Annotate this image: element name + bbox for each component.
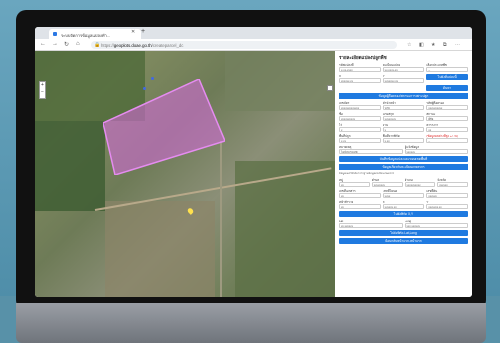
browser-window: ระบบจัดการข้อมูลแปลงทำ... ✕ + ← → ↻ ⌂ 🔒 …	[35, 27, 472, 297]
form-row: Lat xx.xxxxxx Long xxx.xxxxxx	[339, 219, 468, 228]
panel-title: รายละเอียดแปลงปลูกพืช	[339, 55, 387, 60]
land-no-field[interactable]: xxxxxx	[426, 193, 469, 198]
zoom-out-icon[interactable]: −	[40, 89, 45, 96]
favicon-icon	[53, 32, 57, 36]
x-field[interactable]: xxxxxx.xx	[339, 78, 381, 83]
map-field	[105, 201, 215, 297]
lock-icon: 🔒	[94, 42, 101, 48]
holder-id-field[interactable]: xxxxxxxxxx	[426, 105, 469, 110]
reg-y-field[interactable]: xxxxxxx.xx	[426, 204, 469, 209]
amphoe-field[interactable]: xxxxxxxxxx	[404, 182, 436, 187]
url-prefix: https://	[101, 43, 114, 48]
area-diff-field[interactable]: --	[426, 138, 469, 143]
ngan-field[interactable]: x	[382, 127, 425, 132]
map-point	[143, 87, 146, 90]
doc-no-field[interactable]: xx	[339, 193, 381, 198]
form-row: รหัสแปลงที่ x-xx-xxxx ทะเบียนแปลง xx-xxxx-…	[339, 63, 469, 72]
tab-bar: ระบบจัดการข้อมูลแปลงทำ... ✕ +	[35, 27, 472, 39]
holder-section-header: ข้อมูลผู้ถือครอง/สถานะการเพาะปลูก	[339, 93, 468, 99]
y-field[interactable]: xxxxxxx.xx	[382, 78, 425, 83]
form-row: หมายเหตุ ไม่มีหมายเหตุ ผู้แจ้งข้อมูล xxxxx…	[339, 145, 468, 154]
goto-latlong-button[interactable]: ไปยังพิกัด Lat,Long	[339, 230, 468, 236]
search-button[interactable]: ค้นหา	[426, 85, 468, 91]
parcel-reg-field[interactable]: xx-xxxx-xx	[382, 67, 425, 72]
deed-no-field[interactable]: xxxx	[382, 193, 425, 198]
sqwa-field[interactable]: xx	[426, 127, 469, 132]
forward-icon[interactable]: →	[52, 41, 58, 47]
status-field[interactable]: ผู้ถือ	[426, 116, 469, 121]
prefix-field[interactable]: นาย	[382, 105, 425, 110]
extensions-icon[interactable]: ◧	[419, 42, 424, 48]
browser-tab[interactable]: ระบบจัดการข้อมูลแปลงทำ...	[49, 29, 141, 39]
back-icon[interactable]: ←	[40, 41, 46, 47]
home-icon[interactable]: ⌂	[76, 41, 80, 47]
zoom-control: + −	[39, 81, 46, 99]
reg-x-field[interactable]: xxxxxx.xx	[382, 204, 425, 209]
parcel-polygon[interactable]	[103, 79, 225, 175]
menu-icon[interactable]: ⋯	[455, 42, 460, 48]
rai-field[interactable]: x	[339, 127, 381, 132]
province-field[interactable]: xxxxxx	[437, 182, 468, 187]
parcel-panel: รายละเอียดแปลงปลูกพืช รหัสแปลงที่ x-xx-xx…	[335, 51, 472, 297]
crop-type-select[interactable]: --	[426, 67, 469, 72]
zoom-in-icon[interactable]: +	[40, 82, 45, 89]
farmer-registry-header: ข้อมูลเกี่ยวกับทะเบียนเกษตรกร	[339, 164, 468, 170]
goto-xy-button[interactable]: ไปยังพิกัด X,Y	[339, 211, 468, 217]
form-row: ไร่ x งาน x ตารางวา xx	[339, 123, 469, 132]
survey-page-field[interactable]: xx	[339, 204, 381, 209]
collections-icon[interactable]: ⧉	[443, 42, 447, 48]
form-row: หน้าสำรวจ xx Xxxxxxx.xx Yxxxxxxx.xx	[339, 200, 469, 209]
url-path: /createparcel_dc	[151, 43, 184, 48]
parcel-id-field[interactable]: x-xx-xxxx	[339, 67, 381, 72]
first-name-field[interactable]: xxxxxxxxxx	[339, 116, 381, 121]
long-field[interactable]: xxx.xxxxxx	[404, 223, 468, 228]
form-row: เลขบัตร xxxxxxxxxxxxx คำนำหน้า นาย รหัสผู้…	[339, 101, 469, 110]
form-row: พื้นที่ปลูก x.xx พื้นที่จากพิกัด x.xx (ข้อ…	[339, 134, 469, 143]
form-row: ชื่อ xxxxxxxxxx นามสกุล xxxxxxxx สถานะ ผู้ถ…	[339, 112, 469, 121]
form-row: หมู่ xx ตำบล xxxxxxxx อำเภอ xxxxxxxxxx จังห…	[339, 178, 468, 187]
informant-field[interactable]: xxxxxx	[404, 149, 468, 154]
reload-icon[interactable]: ↻	[64, 41, 69, 48]
laptop-base	[16, 303, 486, 343]
layers-icon[interactable]	[327, 85, 333, 91]
satellite-map[interactable]: + −	[35, 51, 335, 297]
favorites-icon[interactable]: ★	[431, 42, 435, 48]
save-parcel-button[interactable]: บันทึกข้อมูลแปลงและขอบเขตพื้นที่	[339, 156, 468, 162]
form-row: เลขที่เอกสาร xx เลขที่โฉนด xxxx เลขที่ดิน x…	[339, 189, 469, 198]
id-card-field[interactable]: xxxxxxxxxxxxx	[339, 105, 381, 110]
form-row: Xxxxxxx.xx Yxxxxxxx.xx ไปยังที่แปลงนี้	[339, 74, 469, 83]
url-domain: geoplots.doae.go.th	[113, 43, 152, 48]
registry-note: ข้อมูลเหล่านี้ได้มาจากฐานข้อมูลทะเบียนเก…	[339, 172, 395, 175]
back-home-button[interactable]: ย้อนกลับหน้าแรก-หน้าแรก	[339, 238, 468, 244]
address-bar[interactable]: 🔒 https://geoplots.doae.go.th/createparc…	[91, 41, 397, 49]
locate-parcel-button[interactable]: ไปยังที่แปลงนี้	[426, 74, 469, 80]
new-tab-icon[interactable]: +	[141, 28, 145, 35]
map-field	[35, 121, 105, 211]
lat-field[interactable]: xx.xxxxxx	[339, 223, 403, 228]
planted-area-field[interactable]: x.xx	[339, 138, 381, 143]
bookmark-icon[interactable]: ☆	[407, 42, 411, 48]
coord-area-field[interactable]: x.xx	[382, 138, 425, 143]
remark-field[interactable]: ไม่มีหมายเหตุ	[339, 149, 403, 154]
map-field	[225, 51, 335, 111]
tambon-field[interactable]: xxxxxxxx	[371, 182, 403, 187]
moo-field[interactable]: xx	[339, 182, 370, 187]
tab-title: ระบบจัดการข้อมูลแปลงทำ...	[61, 33, 111, 38]
map-point	[151, 77, 154, 80]
close-tab-icon[interactable]: ✕	[131, 29, 135, 35]
browser-toolbar: ← → ↻ ⌂ 🔒 https://geoplots.doae.go.th/cr…	[35, 39, 472, 51]
last-name-field[interactable]: xxxxxxxx	[382, 116, 425, 121]
